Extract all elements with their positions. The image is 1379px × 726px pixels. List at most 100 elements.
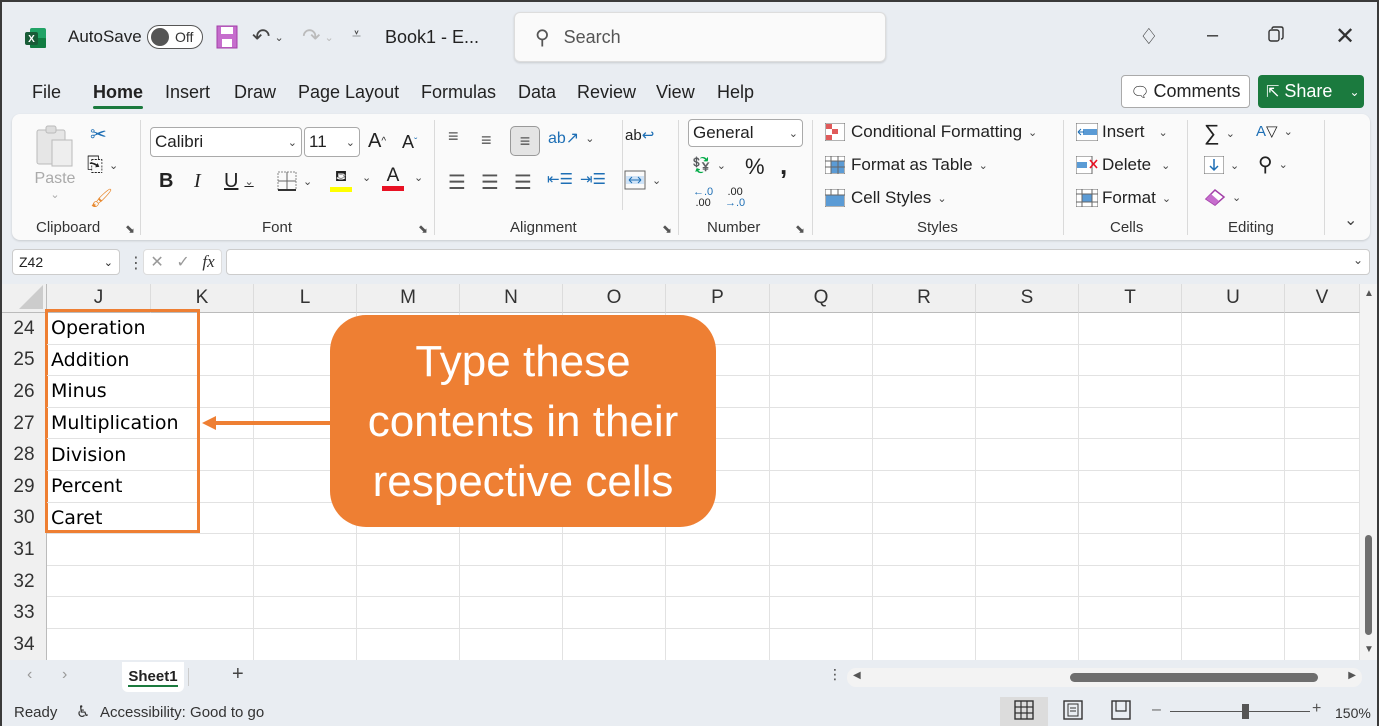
cell-t30[interactable] (1079, 502, 1182, 535)
cell-v29[interactable] (1285, 471, 1360, 503)
decrease-font-size-button[interactable]: Aˇ (402, 132, 417, 153)
cell-q28[interactable] (770, 439, 873, 471)
column-header-q[interactable]: Q (770, 284, 873, 313)
column-header-l[interactable]: L (254, 284, 357, 313)
row-header-34[interactable]: 34 (2, 629, 47, 660)
cell-n34[interactable] (460, 629, 563, 660)
top-align-icon[interactable]: ≡ (448, 126, 459, 147)
cell-k34[interactable] (151, 629, 254, 660)
cell-t24[interactable] (1079, 313, 1182, 345)
cell-v32[interactable] (1285, 565, 1360, 598)
cell-q33[interactable] (770, 597, 873, 629)
tab-page-layout[interactable]: Page Layout (298, 82, 399, 103)
normal-view-icon[interactable] (1014, 700, 1034, 724)
increase-indent-icon[interactable]: ⇥☰ (580, 170, 606, 188)
select-all-button[interactable] (2, 284, 47, 313)
share-button[interactable]: ⇱ Share ⌄ (1258, 75, 1364, 108)
column-header-u[interactable]: U (1182, 284, 1285, 313)
cell-k32[interactable] (151, 565, 254, 598)
cell-l33[interactable] (254, 597, 357, 629)
merge-center-button[interactable]: ⌄ (624, 170, 661, 190)
column-header-r[interactable]: R (873, 284, 976, 313)
alignment-launcher-icon[interactable]: ⬊ (662, 222, 672, 236)
sort-filter-button[interactable]: A▽ ⌄ (1256, 122, 1293, 140)
cell-n33[interactable] (460, 597, 563, 629)
cell-j33[interactable] (47, 597, 151, 629)
tab-review[interactable]: Review (577, 82, 636, 103)
cell-j24[interactable]: Operation (47, 313, 151, 345)
tab-home[interactable]: Home (93, 82, 144, 109)
clear-button[interactable]: ⌄ (1204, 188, 1241, 206)
cell-r33[interactable] (873, 597, 976, 629)
name-box[interactable]: Z42 ⌄ (12, 249, 120, 275)
cell-s26[interactable] (976, 376, 1079, 408)
more-options-icon[interactable]: ⋮ (128, 253, 144, 273)
format-painter-icon[interactable]: 🖌 (90, 188, 113, 209)
cell-p33[interactable] (666, 597, 770, 629)
cell-j28[interactable]: Division (47, 439, 151, 471)
format-cells-button[interactable]: Format ⌄ (1076, 188, 1171, 208)
cell-s29[interactable] (976, 471, 1079, 503)
cell-j27[interactable]: Multiplication (47, 408, 179, 440)
cell-u32[interactable] (1182, 565, 1285, 598)
column-header-s[interactable]: S (976, 284, 1079, 313)
cell-u30[interactable] (1182, 502, 1285, 535)
row-header-29[interactable]: 29 (2, 471, 47, 503)
cell-t31[interactable] (1079, 534, 1182, 566)
cell-u27[interactable] (1182, 407, 1285, 440)
cell-u28[interactable] (1182, 439, 1285, 471)
font-size-select[interactable]: 11 ⌄ (304, 127, 360, 157)
zoom-slider-thumb[interactable] (1242, 704, 1249, 719)
fill-color-button[interactable]: ⛾ (330, 169, 352, 192)
cancel-icon[interactable]: ✕ (150, 252, 163, 272)
cell-q27[interactable] (770, 407, 873, 440)
increase-font-size-button[interactable]: A ^ (368, 130, 386, 153)
tab-view[interactable]: View (656, 82, 695, 103)
fill-color-dropdown[interactable]: ⌄ (356, 171, 371, 184)
insert-cells-button[interactable]: Insert ⌄ (1076, 122, 1168, 142)
cell-m32[interactable] (357, 565, 460, 598)
cell-j32[interactable] (47, 566, 151, 598)
cell-j31[interactable] (47, 534, 151, 566)
formula-input[interactable]: ⌄ (226, 249, 1370, 275)
cell-n31[interactable] (460, 534, 563, 566)
cell-u34[interactable] (1182, 629, 1285, 660)
prev-sheet-icon[interactable]: ‹ (27, 666, 32, 684)
expand-formula-icon[interactable]: ⌄ (1353, 253, 1363, 267)
decrease-indent-icon[interactable]: ⇤☰ (547, 170, 573, 188)
tab-insert[interactable]: Insert (165, 82, 210, 103)
cell-u25[interactable] (1182, 344, 1285, 377)
font-name-select[interactable]: Calibri ⌄ (150, 127, 302, 157)
cell-v27[interactable] (1285, 407, 1360, 440)
scroll-down-icon[interactable]: ▼ (1364, 644, 1374, 655)
underline-button[interactable]: U ⌄ (224, 170, 254, 193)
cell-u33[interactable] (1182, 597, 1285, 629)
borders-button[interactable]: ⌄ (277, 171, 312, 191)
cell-k31[interactable] (151, 534, 254, 566)
find-select-button[interactable]: ⚲ ⌄ (1258, 152, 1288, 177)
cell-t26[interactable] (1079, 376, 1182, 408)
undo-icon[interactable]: ↶ ⌄ (252, 24, 284, 50)
font-launcher-icon[interactable]: ⬊ (418, 222, 428, 236)
cell-j25[interactable]: Addition (47, 345, 151, 377)
cell-j30[interactable]: Caret (47, 503, 151, 535)
tab-data[interactable]: Data (518, 82, 556, 103)
comments-button[interactable]: 🗨 Comments (1121, 75, 1250, 108)
cell-l31[interactable] (254, 534, 357, 566)
delete-cells-button[interactable]: Delete ⌄ (1076, 155, 1170, 175)
cell-r28[interactable] (873, 439, 976, 471)
minimize-icon[interactable]: – (1207, 24, 1218, 47)
enter-icon[interactable]: ✓ (176, 252, 189, 272)
cell-o32[interactable] (563, 565, 666, 598)
autosum-button[interactable]: ∑ ⌄ (1204, 120, 1235, 146)
cell-l32[interactable] (254, 565, 357, 598)
cell-t33[interactable] (1079, 597, 1182, 629)
cell-u29[interactable] (1182, 471, 1285, 503)
conditional-formatting-button[interactable]: Conditional Formatting ⌄ (825, 122, 1037, 142)
cell-t32[interactable] (1079, 565, 1182, 598)
row-header-28[interactable]: 28 (2, 439, 47, 471)
font-color-dropdown[interactable]: ⌄ (408, 171, 423, 184)
scroll-left-icon[interactable]: ◀ (853, 670, 861, 681)
tab-help[interactable]: Help (717, 82, 754, 103)
row-header-26[interactable]: 26 (2, 376, 47, 408)
